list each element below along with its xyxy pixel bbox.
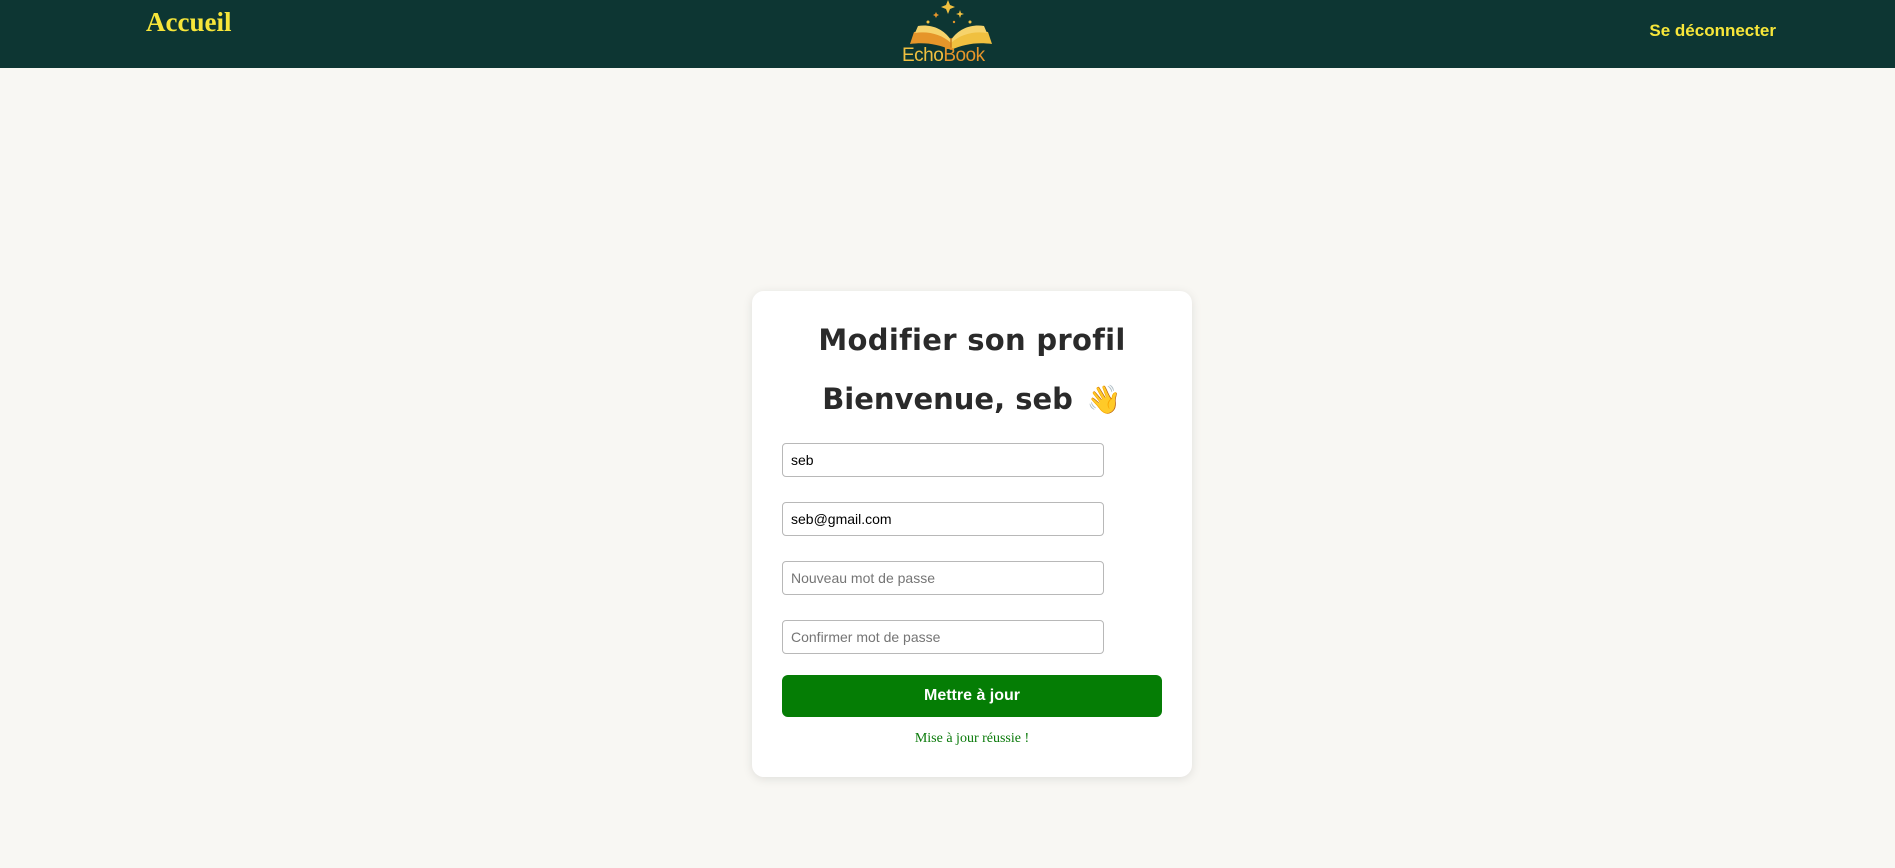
success-message: Mise à jour réussie ! [914, 731, 1030, 746]
logo-wordmark: EchoBook [902, 46, 985, 66]
username-input[interactable] [782, 443, 1104, 477]
logo-word-book: Book [943, 45, 985, 66]
page-title: Modifier son profil [818, 323, 1126, 357]
email-input[interactable] [782, 502, 1104, 536]
logout-link[interactable]: Se déconnecter [1649, 21, 1776, 41]
profile-card: Modifier son profil Bienvenue, seb 👋 Mett… [752, 291, 1192, 777]
update-button[interactable]: Mettre à jour [782, 675, 1162, 717]
home-link[interactable]: Accueil [146, 7, 231, 38]
new-password-input[interactable] [782, 561, 1104, 595]
waving-hand-icon: 👋 [1086, 383, 1122, 416]
welcome-text: Bienvenue, seb [822, 382, 1073, 416]
logo-word-echo: Echo [902, 45, 944, 66]
echobook-logo[interactable]: EchoBook [898, 0, 1004, 68]
top-navbar: Accueil EchoBook Se déconnecter [0, 0, 1895, 68]
welcome-heading: Bienvenue, seb 👋 [752, 382, 1192, 416]
confirm-password-input[interactable] [782, 620, 1104, 654]
